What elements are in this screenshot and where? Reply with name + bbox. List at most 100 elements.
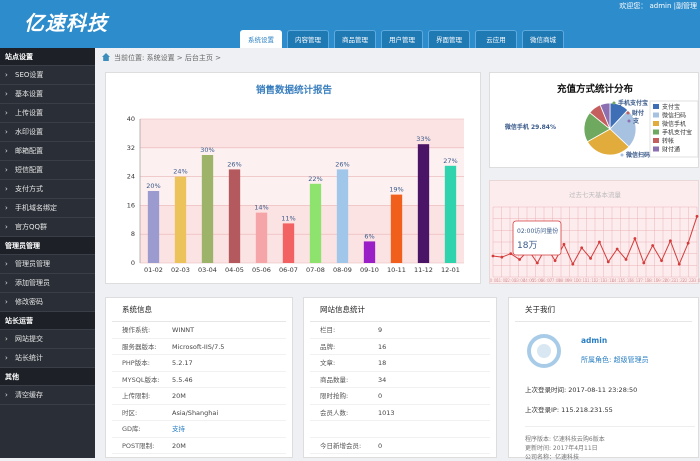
row-key: MYSQL版本:	[122, 375, 160, 384]
chevron-right-icon: ›	[5, 71, 8, 79]
payment-chart-title: 充值方式统计分布	[556, 84, 633, 95]
tab-1[interactable]: 内容管理	[287, 30, 329, 48]
sidebar-item[interactable]: › 添加管理员	[0, 274, 95, 293]
sidebar-item[interactable]: › 站长统计	[0, 349, 95, 368]
row-key: GD库:	[122, 425, 141, 433]
sidebar-item[interactable]: › 上传设置	[0, 104, 95, 123]
bar-data-label: 26%	[335, 160, 349, 168]
home-icon[interactable]	[102, 53, 110, 61]
sidebar-item[interactable]: › 手机域名绑定	[0, 199, 95, 218]
sidebar-item[interactable]: › 清空缓存	[0, 386, 95, 405]
bar	[363, 241, 376, 263]
bar	[390, 194, 403, 263]
sidebar-item-label: 基本设置	[15, 90, 43, 98]
sidebar-section[interactable]: 站点设置	[0, 48, 95, 66]
row-value: 16	[378, 342, 387, 351]
sidebar-item-label: 修改密码	[15, 298, 43, 306]
tab-3[interactable]: 用户管理	[381, 30, 423, 48]
x-tick-label: 01-02	[144, 266, 163, 274]
x-tick-label: 09-10	[360, 266, 379, 274]
row-value: 5.2.17	[172, 359, 193, 367]
row-key: 品牌:	[320, 342, 336, 351]
site-stats-row: 今日新增会员: 0	[310, 438, 490, 454]
bar-data-label: 19%	[389, 186, 403, 194]
legend-label: 支付宝	[662, 103, 680, 111]
x-tick-label: 04-05	[225, 266, 244, 274]
sidebar-section[interactable]: 其他	[0, 368, 95, 386]
sales-bar-chart: 0 8 16 24 32 40 20% 01-02 24% 02-03 30% 03-04 26% 04-…	[127, 115, 464, 274]
site-stats-row: 限时抢购: 0	[310, 388, 490, 405]
row-key: 操作系统:	[122, 326, 151, 334]
system-info-row: 上传限制: 20M	[112, 388, 286, 405]
row-value: WINNT	[172, 326, 195, 334]
x-tick-label: 05-06	[252, 266, 271, 274]
bar-data-label: 27%	[443, 157, 457, 165]
legend-swatch	[653, 121, 659, 126]
about-title: 关于我们	[515, 298, 692, 322]
legend-swatch	[653, 112, 659, 118]
about-panel: 关于我们 admin 所属角色: 超级管理员 上次登录时间: 2017-08-1…	[508, 297, 699, 461]
x-tick-label: 12-01	[441, 266, 460, 274]
legend-label: 微信扫码	[662, 112, 686, 120]
pie-label: 微信手机 29.84%	[504, 123, 556, 131]
row-value: 0	[378, 441, 383, 450]
tab-0[interactable]: 系统设置	[240, 30, 282, 48]
sales-chart-panel: 销售数据统计报告 0 8 16 24 32 40 20% 01-02 24% 02-03 30% 03…	[105, 72, 481, 284]
tab-6[interactable]: 微信商城	[522, 30, 564, 48]
tooltip-value: 18万	[517, 241, 537, 251]
breadcrumb-text: 当前位置: 系统设置 > 后台主页 >	[114, 54, 221, 62]
bar	[282, 223, 295, 263]
x-tick-label: 02-03	[171, 266, 190, 274]
site-stats-title: 网站信息统计	[310, 298, 490, 322]
chevron-right-icon: ›	[5, 185, 8, 193]
visits-chart-title: 过去七天基本流量	[569, 191, 621, 199]
site-stats-row: 栏目: 9	[310, 322, 490, 339]
chevron-right-icon: ›	[5, 298, 8, 306]
sidebar-item-label: 官方QQ群	[15, 223, 48, 231]
sidebar-item[interactable]: › 网站提交	[0, 330, 95, 349]
sidebar-item[interactable]: › 官方QQ群	[0, 218, 95, 237]
sidebar-item-label: 站长统计	[15, 354, 43, 362]
sidebar-item[interactable]: › 修改密码	[0, 293, 95, 312]
admin-name[interactable]: admin	[581, 336, 607, 345]
sidebar-item[interactable]: › 基本设置	[0, 85, 95, 104]
sidebar-section[interactable]: 站长运营	[0, 312, 95, 330]
x-tick-label: 08-09	[333, 266, 352, 274]
row-value: Asia/Shanghai	[172, 408, 219, 417]
y-tick-label: 0	[131, 259, 135, 267]
sidebar-item-label: 清空缓存	[15, 391, 43, 399]
bar	[255, 212, 268, 263]
tab-2[interactable]: 商品管理	[334, 30, 376, 48]
row-key: 限时抢购:	[320, 392, 349, 400]
bar-data-label: 30%	[200, 146, 214, 154]
sidebar-item[interactable]: › 邮箱配置	[0, 142, 95, 161]
sidebar-item[interactable]: › 支付方式	[0, 180, 95, 199]
x-tick-label: 11-12	[414, 266, 433, 274]
row-key: PHP版本:	[122, 359, 150, 367]
sales-chart-title: 销售数据统计报告	[255, 85, 332, 96]
sidebar-item[interactable]: › 短信配置	[0, 161, 95, 180]
sidebar-item-label: 水印设置	[15, 128, 43, 136]
site-stats-panel: 网站信息统计 栏目: 9 品牌: 16 文章: 18 商品数量: 34 限时抢购: 0 会员人数: 1…	[303, 297, 497, 458]
tab-4[interactable]: 界面管理	[428, 30, 470, 48]
row-key: 会员人数:	[320, 408, 349, 417]
row-value[interactable]: 支持	[172, 425, 185, 433]
y-tick-label: 32	[127, 144, 135, 152]
site-stats-row: 会员人数: 1013	[310, 405, 490, 421]
row-value: 0	[378, 392, 383, 400]
sidebar-item[interactable]: › SEO设置	[0, 66, 95, 85]
sidebar-item[interactable]: › 水印设置	[0, 123, 95, 142]
bar	[444, 165, 457, 263]
bar-data-label: 26%	[227, 160, 241, 168]
main-tabs: 系统设置 内容管理 商品管理 用户管理 界面管理 云应用 微信商城	[240, 30, 569, 48]
bar	[174, 176, 187, 263]
program-version: 程序版本: 亿速科技云购6版本	[525, 436, 605, 443]
tab-5[interactable]: 云应用	[475, 30, 517, 48]
sidebar-item[interactable]: › 管理员管理	[0, 255, 95, 274]
legend-swatch	[653, 104, 659, 109]
chevron-right-icon: ›	[5, 391, 8, 399]
bar-data-label: 6%	[364, 232, 374, 240]
sidebar-section[interactable]: 管理员管理	[0, 237, 95, 255]
row-key: 栏目:	[320, 326, 336, 334]
bar	[228, 169, 241, 263]
